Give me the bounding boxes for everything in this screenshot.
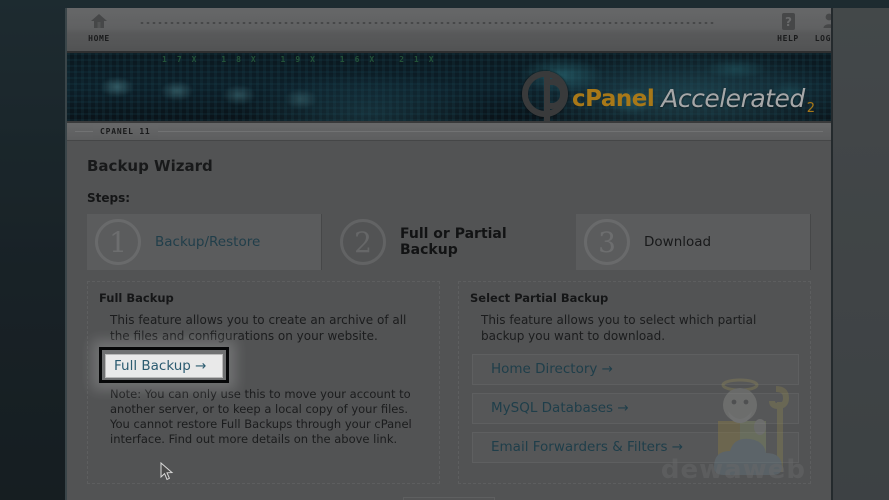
nav-label-home: HOME [73,34,125,43]
banner-tick-labels: 17X 18X 19X 16X 21X [162,55,444,64]
wizard-steps: 1 Backup/Restore 2 Full or Partial Backu… [87,214,811,270]
partial-backup-list: Home Directory → MySQL Databases → Email… [472,354,799,463]
page-title: Backup Wizard [87,157,811,175]
wizard-step-3: 3 Download [576,214,811,270]
home-icon [73,12,125,34]
full-backup-panel: Full Backup This feature allows you to c… [87,281,440,484]
brand-accelerated-text: Accelerated [661,86,804,117]
page-right-gutter [831,8,889,500]
breadcrumb-rule [75,131,823,132]
breadcrumb-label: CPANEL 11 [93,125,158,139]
logout-icon [805,12,831,34]
steps-label: Steps: [87,191,811,205]
partial-item-home-directory[interactable]: Home Directory → [472,354,799,385]
step-number-1: 1 [95,219,141,265]
step-label-2: Full or Partial Backup [400,226,566,258]
nav-label-logout: LOGOUT [805,34,831,43]
full-backup-description: This feature allows you to create an arc… [99,313,428,344]
step-number-2: 2 [340,219,386,265]
cpanel-top-nav: HOME ? HELP LOGOUT [67,8,831,53]
partial-backup-heading: Select Partial Backup [470,291,799,305]
main-content: Backup Wizard Steps: 1 Backup/Restore 2 … [67,141,831,500]
mouse-cursor [160,462,174,482]
full-backup-heading: Full Backup [99,291,428,305]
cpanel-banner: 17X 18X 19X 16X 21X cPanel Accelerated 2 [67,53,831,123]
step-number-3: 3 [584,219,630,265]
partial-item-mysql-databases[interactable]: MySQL Databases → [472,393,799,424]
brand-cpanel-text: cPanel [572,88,654,117]
brand-version-text: 2 [807,102,815,117]
cpanel-page: HOME ? HELP LOGOUT [65,8,831,500]
svg-text:?: ? [785,15,792,29]
partial-backup-panel: Select Partial Backup This feature allow… [458,281,811,484]
full-backup-note: Note: You can only use this to move your… [99,387,428,447]
wizard-step-1[interactable]: 1 Backup/Restore [87,214,322,270]
nav-item-logout[interactable]: LOGOUT [805,12,831,43]
nav-dotted-rule [139,22,716,24]
cpanel-mark-icon [522,71,568,117]
dewaweb-watermark-text: dewaweb [661,455,806,485]
partial-backup-description: This feature allows you to select which … [470,313,799,344]
cpanel-logo: cPanel Accelerated 2 [522,59,815,117]
nav-item-home[interactable]: HOME [73,12,125,43]
wizard-step-2: 2 Full or Partial Backup [332,214,566,270]
step-label-3: Download [644,234,711,250]
breadcrumb-bar: CPANEL 11 [67,123,831,141]
banner-turbine-photo [67,69,397,123]
wizard-panels: Full Backup This feature allows you to c… [87,281,811,484]
step-label-1[interactable]: Backup/Restore [155,234,260,250]
full-backup-button-wrap: Full Backup → [105,354,233,378]
full-backup-button[interactable]: Full Backup → [105,354,223,378]
